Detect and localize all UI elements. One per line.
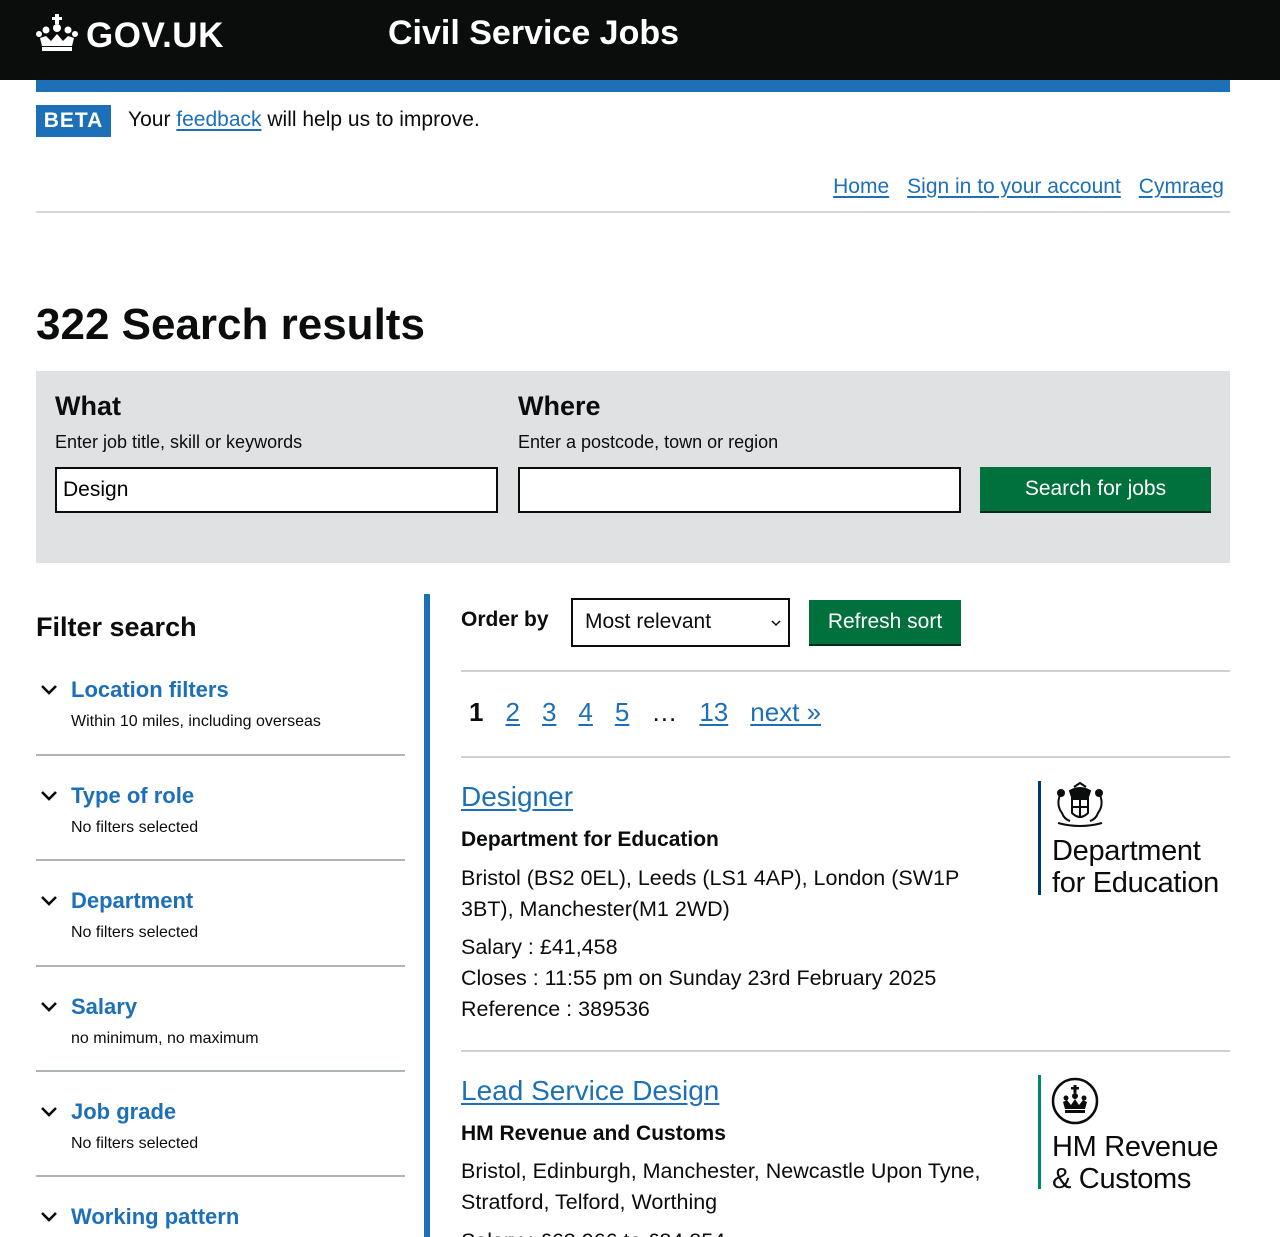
order-by-label: Order by [461,608,549,631]
filter-divider [36,754,405,756]
nav-cymraeg-link[interactable]: Cymraeg [1139,175,1224,199]
job-location-line: Stratford, Telford, Worthing [461,1190,718,1214]
department-logo: Department for Education [1038,781,1238,899]
job-location-line: Bristol, Edinburgh, Manchester, Newcastl… [461,1159,981,1183]
filter-summary: no minimum, no maximum [71,1030,259,1047]
what-input[interactable] [55,467,498,513]
govuk-logo-text[interactable]: GOV.UK [86,16,224,56]
filter-name[interactable]: Location filters [71,677,229,703]
page-current: 1 [469,697,484,727]
where-label: Where [518,391,601,421]
job-closing-date: Closes : 11:55 pm on Sunday 23rd Februar… [461,966,937,990]
refresh-sort-button[interactable]: Refresh sort [809,600,961,644]
where-hint: Enter a postcode, town or region [518,432,779,452]
site-header: GOV.UK Civil Service Jobs [0,0,1280,80]
chevron-down-icon [771,620,781,627]
filter-working-pattern[interactable]: Working pattern [36,1204,405,1237]
filter-summary: Within 10 miles, including overseas [71,713,321,730]
search-panel: What Enter job title, skill or keywords … [36,371,1230,563]
divider [461,1050,1230,1052]
pagination: 1 2 3 4 5 … 13 next » [469,697,843,728]
divider [461,670,1230,672]
job-location: Bristol (BS2 0EL), Leeds (LS1 4AP), Lond… [461,863,1021,925]
job-department: HM Revenue and Customs [461,1122,726,1145]
department-logo: HM Revenue & Customs [1038,1075,1238,1195]
top-navigation: Home Sign in to your account Cymraeg [833,175,1224,199]
job-title-link[interactable]: Designer [461,781,573,813]
crown-icon [1051,1077,1099,1125]
order-by-select[interactable]: Most relevant [571,598,790,647]
job-salary: Salary : £41,458 [461,935,618,959]
filter-summary: No filters selected [71,924,199,941]
header-blue-strip [36,80,1230,92]
beta-text-after: will help us to improve. [267,108,480,131]
filter-summary: No filters selected [71,819,199,836]
job-location-line: Bristol (BS2 0EL), Leeds (LS1 4AP), Lond… [461,866,960,890]
job-salary: Salary : £63,966 to £84,854 [461,1226,1021,1237]
beta-text-before: Your [128,108,171,131]
filter-divider [36,965,405,967]
nav-signin-link[interactable]: Sign in to your account [907,175,1121,199]
divider [461,756,1230,758]
job-location-line: 3BT), Manchester(M1 2WD) [461,897,730,921]
filter-job-grade[interactable]: Job grade No filters selected [36,1099,405,1179]
feedback-link[interactable]: feedback [176,108,261,131]
filter-name[interactable]: Salary [71,994,137,1020]
logo-line: HM Revenue [1052,1131,1219,1163]
chevron-down-icon [41,1002,57,1012]
page-title: 322 Search results [36,300,425,349]
royal-arms-icon [1057,781,1103,827]
results-column-border [424,594,430,1237]
where-input[interactable] [518,467,961,513]
filter-name[interactable]: Type of role [71,783,194,809]
job-department: Department for Education [461,828,719,851]
logo-line: & Customs [1052,1163,1192,1195]
filter-divider [36,1070,405,1072]
filter-department[interactable]: Department No filters selected [36,888,405,968]
logo-line: for Education [1052,867,1219,899]
page-link[interactable]: 4 [578,697,592,728]
chevron-down-icon [41,685,57,695]
next-page-link[interactable]: next » [750,697,821,728]
beta-tag: BETA [36,105,111,137]
crown-icon [36,14,78,51]
order-by-selected: Most relevant [585,610,712,633]
job-location: Bristol, Edinburgh, Manchester, Newcastl… [461,1156,1021,1218]
chevron-down-icon [41,1107,57,1117]
filter-divider [36,859,405,861]
what-label: What [55,391,121,421]
nav-divider [36,211,1230,213]
filter-salary[interactable]: Salary no minimum, no maximum [36,994,405,1074]
job-title-link[interactable]: Lead Service Design [461,1075,719,1107]
chevron-down-icon [41,896,57,906]
filter-name[interactable]: Working pattern [71,1204,239,1230]
job-reference: Reference : 389536 [461,997,650,1021]
page-link[interactable]: 5 [615,697,629,728]
service-name[interactable]: Civil Service Jobs [388,14,679,53]
page-link[interactable]: 2 [505,697,519,728]
filter-name[interactable]: Job grade [71,1099,176,1125]
logo-bar [1038,781,1041,895]
beta-banner-text: Your feedback will help us to improve. [128,106,480,134]
search-for-jobs-button[interactable]: Search for jobs [980,467,1211,511]
filter-divider [36,1175,405,1177]
page-link-last[interactable]: 13 [699,697,728,728]
logo-line: Department [1052,835,1201,867]
logo-bar [1038,1075,1041,1189]
page-link[interactable]: 3 [542,697,556,728]
page-ellipsis: … [651,697,678,727]
filter-name[interactable]: Department [71,888,193,914]
chevron-down-icon [41,1212,57,1222]
filter-search-title: Filter search [36,612,197,642]
filter-location[interactable]: Location filters Within 10 miles, includ… [36,677,405,757]
nav-home-link[interactable]: Home [833,175,889,199]
filter-type-of-role[interactable]: Type of role No filters selected [36,783,405,863]
chevron-down-icon [41,791,57,801]
what-hint: Enter job title, skill or keywords [55,432,303,452]
filter-summary: No filters selected [71,1135,199,1152]
